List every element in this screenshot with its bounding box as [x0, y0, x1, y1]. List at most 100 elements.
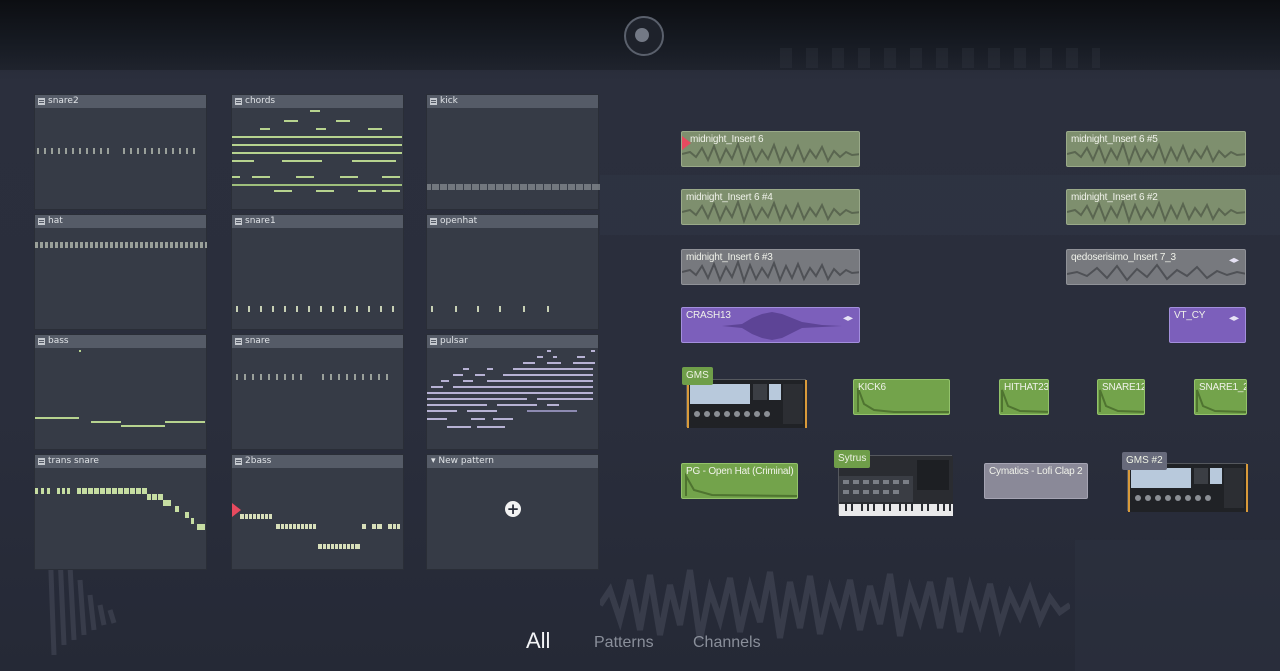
- top-toolbar-dimmed: [0, 0, 1280, 70]
- pattern-icon: [430, 338, 437, 345]
- pattern-header[interactable]: snare2: [35, 95, 206, 108]
- pattern-header[interactable]: 2bass: [232, 455, 403, 468]
- pattern-name: snare1: [245, 216, 276, 226]
- pattern-name: kick: [440, 96, 458, 106]
- tab-patterns[interactable]: Patterns: [594, 634, 654, 652]
- playhead-marker-icon: [232, 503, 241, 517]
- audio-clip[interactable]: midnight_Insert 6: [681, 131, 860, 167]
- clip-label: SNARE12: [1102, 382, 1145, 393]
- background-waveform: [600, 569, 1070, 641]
- audio-clip[interactable]: midnight_Insert 6 #4: [681, 189, 860, 225]
- pattern-header[interactable]: chords: [232, 95, 403, 108]
- audio-wave-icon: ◂▸: [1228, 255, 1239, 266]
- pattern-name: bass: [48, 336, 69, 346]
- tab-channels[interactable]: Channels: [693, 634, 761, 652]
- pattern-header[interactable]: trans snare: [35, 455, 206, 468]
- pattern-name: snare2: [48, 96, 79, 106]
- audio-clip[interactable]: midnight_Insert 6 #5: [1066, 131, 1246, 167]
- pattern-tile-hat[interactable]: hat: [34, 214, 207, 330]
- pattern-tile-2bass[interactable]: 2bass: [231, 454, 404, 570]
- channel-clip[interactable]: SNARE12: [1097, 379, 1145, 415]
- pattern-name: chords: [245, 96, 276, 106]
- pattern-tile-openhat[interactable]: openhat: [426, 214, 599, 330]
- audio-clip[interactable]: CRASH13 ◂▸: [681, 307, 860, 343]
- pattern-name: openhat: [440, 216, 478, 226]
- channel-clip[interactable]: SNARE1_2: [1194, 379, 1247, 415]
- clip-label: midnight_Insert 6 #4: [686, 192, 773, 203]
- pattern-tile-kick[interactable]: kick: [426, 94, 600, 210]
- pattern-preview: [236, 374, 388, 380]
- pattern-header[interactable]: kick: [427, 95, 598, 108]
- audio-wave-icon: ◂▸: [1228, 313, 1239, 324]
- pattern-tile-snare[interactable]: snare: [231, 334, 404, 450]
- channel-clip[interactable]: PG - Open Hat (Criminal): [681, 463, 798, 499]
- pattern-icon: [38, 338, 45, 345]
- synth-panel-icon: [687, 380, 807, 428]
- pattern-header[interactable]: ▾ New pattern: [427, 455, 598, 468]
- channel-tag-gms[interactable]: GMS: [682, 367, 713, 385]
- pattern-name: pulsar: [440, 336, 468, 346]
- pattern-icon: [38, 218, 45, 225]
- pattern-name: snare: [245, 336, 270, 346]
- clip-label: PG - Open Hat (Criminal): [686, 466, 794, 477]
- master-knob-icon: [624, 16, 664, 56]
- audio-clip[interactable]: midnight_Insert 6 #2: [1066, 189, 1246, 225]
- channel-clip[interactable]: Cymatics - Lofi Clap 2: [984, 463, 1088, 499]
- new-pattern-tile[interactable]: ▾ New pattern +: [426, 454, 599, 570]
- clip-label: VT_CY: [1174, 310, 1206, 321]
- pattern-header[interactable]: bass: [35, 335, 206, 348]
- clip-label: HITHAT23: [1004, 382, 1049, 393]
- channel-tag-gms-2[interactable]: GMS #2: [1122, 452, 1167, 470]
- pattern-preview: [232, 110, 402, 192]
- plugin-thumbnail-gms[interactable]: [686, 379, 807, 428]
- pattern-header[interactable]: snare1: [232, 215, 403, 228]
- tab-all[interactable]: All: [526, 628, 550, 654]
- pattern-preview: [427, 350, 595, 428]
- pattern-icon: [38, 458, 45, 465]
- pattern-icon: [430, 98, 437, 105]
- pattern-tile-snare2[interactable]: snare2: [34, 94, 207, 210]
- pattern-header[interactable]: hat: [35, 215, 206, 228]
- pattern-name: 2bass: [245, 456, 272, 466]
- clip-label: SNARE1_2: [1199, 382, 1247, 393]
- pattern-tile-pulsar[interactable]: pulsar: [426, 334, 599, 450]
- channel-clip[interactable]: HITHAT23: [999, 379, 1049, 415]
- clip-label: midnight_Insert 6 #5: [1071, 134, 1158, 145]
- toolbar-icons-dimmed: [780, 48, 1100, 68]
- clip-label: KICK6: [858, 382, 886, 393]
- pattern-preview: [35, 350, 205, 427]
- background-panel-dimmed: [1075, 540, 1280, 671]
- clip-label: Cymatics - Lofi Clap 2: [989, 466, 1083, 477]
- clip-label: midnight_Insert 6 #2: [1071, 192, 1158, 203]
- pattern-tile-trans-snare[interactable]: trans snare: [34, 454, 207, 570]
- pattern-preview: [232, 503, 400, 549]
- pattern-name: trans snare: [48, 456, 99, 466]
- pattern-tile-snare1[interactable]: snare1: [231, 214, 404, 330]
- pattern-preview: [37, 148, 195, 154]
- clip-label: CRASH13: [686, 310, 731, 321]
- pattern-preview: [35, 488, 205, 530]
- channel-clip[interactable]: KICK6: [853, 379, 950, 415]
- clip-label: qedoserisimo_Insert 7_3: [1071, 252, 1176, 263]
- audio-clip[interactable]: qedoserisimo_Insert 7_3 ◂▸: [1066, 249, 1246, 285]
- pattern-icon: [235, 218, 242, 225]
- pattern-header[interactable]: snare: [232, 335, 403, 348]
- pattern-icon: [38, 98, 45, 105]
- plugin-thumbnail-gms-2[interactable]: [1127, 463, 1248, 512]
- pattern-tile-bass[interactable]: bass: [34, 334, 207, 450]
- pattern-tile-chords[interactable]: chords: [231, 94, 404, 210]
- pattern-icon: [235, 458, 242, 465]
- pattern-icon: [235, 98, 242, 105]
- clip-label: midnight_Insert 6 #3: [686, 252, 773, 263]
- pattern-icon: [430, 218, 437, 225]
- audio-clip[interactable]: midnight_Insert 6 #3: [681, 249, 860, 285]
- audio-clip[interactable]: VT_CY ◂▸: [1169, 307, 1246, 343]
- pattern-preview: [427, 184, 600, 190]
- pattern-header[interactable]: pulsar: [427, 335, 598, 348]
- pattern-preview: [35, 242, 207, 248]
- audio-wave-icon: ◂▸: [842, 313, 853, 324]
- channel-tag-sytrus[interactable]: Sytrus: [834, 450, 871, 468]
- add-pattern-icon[interactable]: +: [505, 501, 521, 517]
- pattern-header[interactable]: openhat: [427, 215, 598, 228]
- clip-label: midnight_Insert 6: [690, 134, 764, 145]
